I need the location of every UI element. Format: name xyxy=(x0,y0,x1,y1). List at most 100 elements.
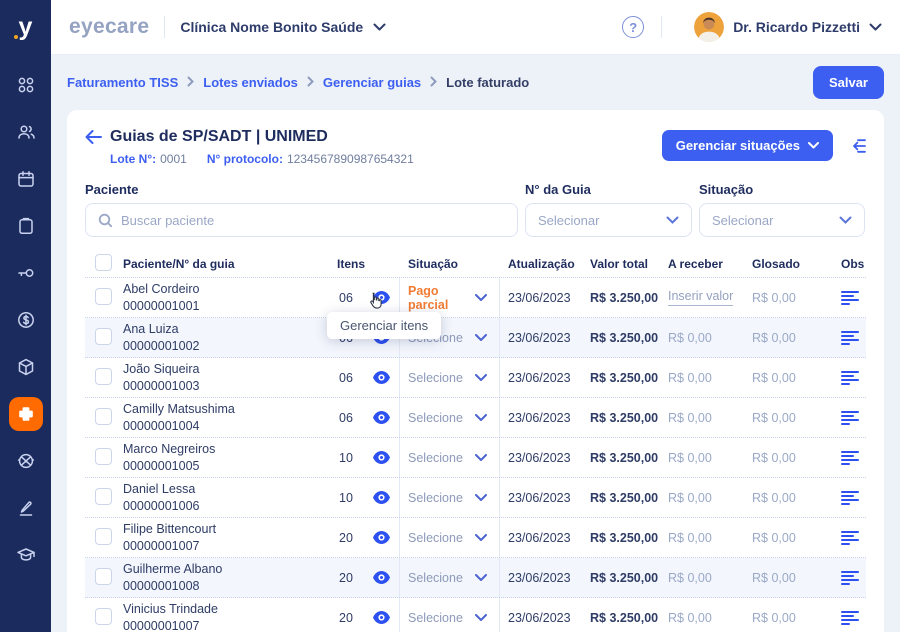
patients-icon[interactable] xyxy=(0,108,51,155)
row-checkbox[interactable] xyxy=(95,528,112,545)
breadcrumb: Faturamento TISS Lotes enviados Gerencia… xyxy=(67,75,529,90)
updated-date: 23/06/2023 xyxy=(500,411,590,425)
education-cap-icon[interactable] xyxy=(0,531,51,578)
obs-notes-icon[interactable] xyxy=(841,411,866,425)
key-icon[interactable] xyxy=(0,249,51,296)
obs-notes-icon[interactable] xyxy=(841,331,866,345)
total-value: R$ 3.250,00 xyxy=(590,571,668,585)
user-name: Dr. Ricardo Pizzetti xyxy=(733,19,860,35)
glossed-value: R$ 0,00 xyxy=(752,411,841,425)
calendar-icon[interactable] xyxy=(0,155,51,202)
chevron-down-icon xyxy=(869,23,882,31)
view-items-eye-icon[interactable] xyxy=(364,518,400,557)
items-count: 20 xyxy=(328,571,364,585)
chevron-down-icon xyxy=(475,534,487,541)
table-row: Camilly Matsushima 00000001004 06 Seleci… xyxy=(85,398,866,438)
situation-filter-label: Situação xyxy=(699,182,865,197)
protocol-number: N° protocolo:1234567890987654321 xyxy=(207,152,414,166)
obs-notes-icon[interactable] xyxy=(841,571,866,585)
sidebar: y xyxy=(0,0,51,632)
obs-notes-icon[interactable] xyxy=(841,451,866,465)
card-header: Guias de SP/SADT | UNIMED Lote N°:0001 N… xyxy=(85,110,866,166)
clinic-selector[interactable]: Clínica Nome Bonito Saúde xyxy=(180,19,386,35)
back-arrow-icon[interactable] xyxy=(85,130,102,144)
help-icon[interactable]: ? xyxy=(622,16,644,38)
row-checkbox[interactable] xyxy=(95,488,112,505)
view-items-eye-icon[interactable] xyxy=(364,398,400,437)
view-items-eye-icon[interactable] xyxy=(364,558,400,597)
medical-cross-icon[interactable] xyxy=(0,390,51,437)
apps-grid-icon[interactable] xyxy=(0,61,51,108)
breadcrumb-link[interactable]: Gerenciar guias xyxy=(323,75,421,90)
search-patient-input[interactable] xyxy=(121,213,505,228)
row-checkbox[interactable] xyxy=(95,448,112,465)
guide-number: 00000001008 xyxy=(123,579,199,593)
view-items-eye-icon[interactable] xyxy=(364,438,400,477)
table-row: Daniel Lessa 00000001006 10 Selecione 23… xyxy=(85,478,866,518)
situation-value: Selecione xyxy=(408,611,475,625)
guide-number: 00000001003 xyxy=(123,379,199,393)
chevron-down-icon xyxy=(666,216,679,224)
chevron-right-icon xyxy=(187,75,194,90)
situation-dropdown[interactable]: Selecione xyxy=(400,598,500,632)
receivable-cell: Inserir valor xyxy=(668,289,752,306)
situation-value: Selecione xyxy=(408,571,475,585)
mask-icon[interactable] xyxy=(0,437,51,484)
situation-dropdown[interactable]: Selecione xyxy=(400,398,500,437)
patient-name: Filipe Bittencourt xyxy=(123,522,216,536)
situation-dropdown[interactable]: Selecione xyxy=(400,478,500,517)
view-items-eye-icon[interactable] xyxy=(364,478,400,517)
row-checkbox[interactable] xyxy=(95,328,112,345)
collapse-panel-icon[interactable] xyxy=(846,138,866,154)
page-title: Guias de SP/SADT | UNIMED xyxy=(110,128,328,146)
select-all-checkbox[interactable] xyxy=(95,254,112,271)
finance-dollar-icon[interactable] xyxy=(0,296,51,343)
obs-notes-icon[interactable] xyxy=(841,491,866,505)
guides-table: Paciente/N° da guia Itens Situação Atual… xyxy=(85,250,866,632)
row-checkbox[interactable] xyxy=(95,368,112,385)
glossed-value: R$ 0,00 xyxy=(752,331,841,345)
patient-cell: Guilherme Albano 00000001008 xyxy=(123,561,328,594)
edit-pencil-icon[interactable] xyxy=(0,484,51,531)
patient-cell: Daniel Lessa 00000001006 xyxy=(123,481,328,514)
main-content: Faturamento TISS Lotes enviados Gerencia… xyxy=(51,55,900,632)
search-icon xyxy=(98,213,113,228)
obs-notes-icon[interactable] xyxy=(841,611,866,625)
items-count: 10 xyxy=(328,451,364,465)
obs-notes-icon[interactable] xyxy=(841,531,866,545)
chevron-down-icon xyxy=(475,334,487,341)
row-checkbox[interactable] xyxy=(95,608,112,625)
glossed-value: R$ 0,00 xyxy=(752,451,841,465)
row-checkbox[interactable] xyxy=(95,288,112,305)
patient-name: Camilly Matsushima xyxy=(123,402,235,416)
save-button[interactable]: Salvar xyxy=(813,66,884,99)
view-items-eye-icon[interactable] xyxy=(364,358,400,397)
breadcrumb-link[interactable]: Lotes enviados xyxy=(203,75,298,90)
manage-situations-button[interactable]: Gerenciar situações xyxy=(662,130,833,161)
situation-dropdown[interactable]: Selecione xyxy=(400,438,500,477)
obs-notes-icon[interactable] xyxy=(841,291,866,305)
guide-number: 00000001005 xyxy=(123,459,199,473)
table-header: Paciente/N° da guia Itens Situação Atual… xyxy=(85,250,866,278)
receivable-cell: R$ 0,00 xyxy=(668,491,752,505)
guide-number: 00000001006 xyxy=(123,499,199,513)
guide-number-select[interactable]: Selecionar xyxy=(525,203,692,237)
row-checkbox[interactable] xyxy=(95,408,112,425)
package-icon[interactable] xyxy=(0,343,51,390)
breadcrumb-current: Lote faturado xyxy=(446,75,529,90)
situation-dropdown[interactable]: Selecione xyxy=(400,518,500,557)
obs-notes-icon[interactable] xyxy=(841,371,866,385)
patient-name: Marco Negreiros xyxy=(123,442,215,456)
patient-cell: Vinicius Trindade 00000001007 xyxy=(123,601,328,632)
situation-dropdown[interactable]: Selecione xyxy=(400,358,500,397)
topbar-right: ? Dr. Ricardo Pizzetti xyxy=(622,12,882,42)
user-menu[interactable]: Dr. Ricardo Pizzetti xyxy=(694,12,882,42)
chevron-down-icon xyxy=(475,494,487,501)
clipboard-icon[interactable] xyxy=(0,202,51,249)
situation-dropdown[interactable]: Selecione xyxy=(400,558,500,597)
situation-select[interactable]: Selecionar xyxy=(699,203,865,237)
view-items-eye-icon[interactable] xyxy=(364,598,400,632)
row-checkbox[interactable] xyxy=(95,568,112,585)
receivable-value: R$ 0,00 xyxy=(668,331,712,345)
breadcrumb-link[interactable]: Faturamento TISS xyxy=(67,75,178,90)
